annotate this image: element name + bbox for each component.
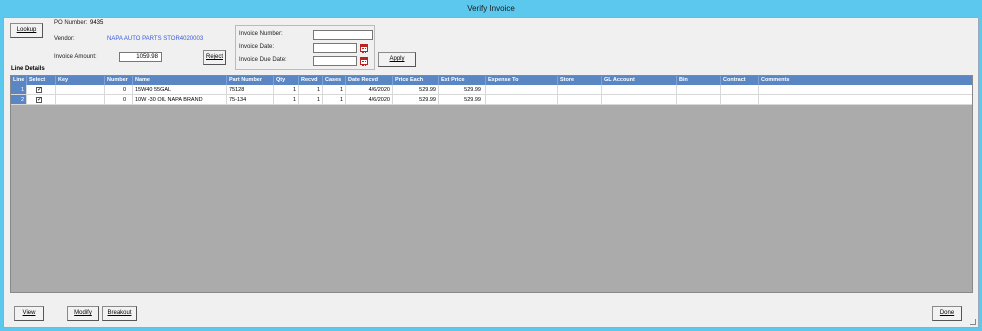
row-expense-to-cell[interactable] [486, 95, 558, 105]
invoice-date-label: Invoice Date: [239, 44, 275, 50]
col-header-part-number[interactable]: Part Number [227, 76, 274, 85]
col-header-key[interactable]: Key [56, 76, 105, 85]
col-header-cases[interactable]: Cases [323, 76, 346, 85]
row-bin-cell[interactable] [677, 85, 721, 95]
row-qty-cell[interactable]: 1 [274, 85, 299, 95]
select-checkbox[interactable]: ✓ [36, 87, 42, 93]
row-number-cell[interactable]: 0 [105, 95, 133, 105]
row-cases-cell[interactable]: 1 [323, 95, 346, 105]
row-price-each-cell[interactable]: 529.99 [393, 95, 439, 105]
po-number-value: 9435 [90, 20, 104, 26]
invoice-amount-field[interactable]: 1059.98 [119, 52, 162, 62]
col-header-expense-to[interactable]: Expense To [486, 76, 558, 85]
row-number-cell[interactable]: 0 [105, 85, 133, 95]
row-key-cell[interactable] [56, 85, 105, 95]
row-store-cell[interactable] [558, 95, 602, 105]
invoice-amount-label: Invoice Amount: [54, 54, 97, 60]
col-header-comments[interactable]: Comments [759, 76, 972, 85]
po-number-label: PO Number: [54, 20, 88, 26]
resize-grip-icon[interactable] [970, 319, 976, 325]
done-button[interactable]: Done [932, 306, 962, 321]
row-name-cell[interactable]: 15W40 55GAL [133, 85, 227, 95]
col-header-store[interactable]: Store [558, 76, 602, 85]
col-header-bin[interactable]: Bin [677, 76, 721, 85]
row-gl-account-cell[interactable] [602, 95, 677, 105]
verify-invoice-window: Verify Invoice Lookup PO Number: 9435 Ve… [0, 0, 982, 331]
breakout-button[interactable]: Breakout [102, 306, 137, 321]
row-expense-to-cell[interactable] [486, 85, 558, 95]
row-part-number-cell[interactable]: 75-134 [227, 95, 274, 105]
lookup-button[interactable]: Lookup [10, 23, 43, 38]
reject-button[interactable]: Reject [203, 50, 226, 65]
col-header-date-recvd[interactable]: Date Recvd [346, 76, 393, 85]
table-row[interactable]: 1 ✓ 0 15W40 55GAL 75128 1 1 1 4/6/2020 5… [11, 85, 972, 95]
row-select-cell: ✓ [27, 85, 56, 95]
col-header-qty[interactable]: Qty [274, 76, 299, 85]
row-comments-cell[interactable] [759, 95, 972, 105]
invoice-due-date-calendar-icon[interactable] [360, 57, 368, 66]
row-part-number-cell[interactable]: 75128 [227, 85, 274, 95]
row-comments-cell[interactable] [759, 85, 972, 95]
col-header-number[interactable]: Number [105, 76, 133, 85]
invoice-number-label: Invoice Number: [239, 31, 283, 37]
vendor-label: Vendor: [54, 36, 75, 42]
view-button[interactable]: View [14, 306, 44, 321]
row-line-number: 1 [11, 85, 27, 95]
invoice-date-calendar-icon[interactable] [360, 44, 368, 53]
invoice-due-date-label: Invoice Due Date: [239, 57, 287, 63]
row-key-cell[interactable] [56, 95, 105, 105]
invoice-due-date-field[interactable] [313, 56, 357, 66]
invoice-date-field[interactable] [313, 43, 357, 53]
col-header-gl-account[interactable]: GL Account [602, 76, 677, 85]
apply-button[interactable]: Apply [378, 52, 416, 67]
row-bin-cell[interactable] [677, 95, 721, 105]
modify-button[interactable]: Modify [67, 306, 99, 321]
row-name-cell[interactable]: 10W -30 OIL NAPA BRAND [133, 95, 227, 105]
col-header-line[interactable]: Line [11, 76, 27, 85]
col-header-price-each[interactable]: Price Each [393, 76, 439, 85]
col-header-name[interactable]: Name [133, 76, 227, 85]
invoice-info-group: Invoice Number: Invoice Date: Invoice Du… [235, 25, 375, 70]
row-line-number: 2 [11, 95, 27, 105]
vendor-value: NAPA AUTO PARTS STOR4020003 [107, 36, 204, 42]
window-client-area: Lookup PO Number: 9435 Vendor: NAPA AUTO… [3, 17, 979, 328]
row-recvd-cell[interactable]: 1 [299, 95, 323, 105]
row-date-recvd-cell[interactable]: 4/6/2020 [346, 85, 393, 95]
col-header-ext-price[interactable]: Ext Price [439, 76, 486, 85]
col-header-contract[interactable]: Contract [721, 76, 759, 85]
grid-header: Line Select Key Number Name Part Number … [11, 76, 972, 85]
select-checkbox[interactable]: ✓ [36, 97, 42, 103]
row-ext-price-cell[interactable]: 529.99 [439, 85, 486, 95]
row-store-cell[interactable] [558, 85, 602, 95]
row-contract-cell[interactable] [721, 85, 759, 95]
col-header-recvd[interactable]: Recvd [299, 76, 323, 85]
row-qty-cell[interactable]: 1 [274, 95, 299, 105]
row-price-each-cell[interactable]: 529.99 [393, 85, 439, 95]
line-details-grid[interactable]: Line Select Key Number Name Part Number … [10, 75, 973, 293]
row-gl-account-cell[interactable] [602, 85, 677, 95]
row-ext-price-cell[interactable]: 529.99 [439, 95, 486, 105]
line-details-title: Line Details [11, 66, 45, 72]
row-select-cell: ✓ [27, 95, 56, 105]
invoice-number-field[interactable] [313, 30, 373, 40]
row-contract-cell[interactable] [721, 95, 759, 105]
col-header-select[interactable]: Select [27, 76, 56, 85]
row-recvd-cell[interactable]: 1 [299, 85, 323, 95]
table-row[interactable]: 2 ✓ 0 10W -30 OIL NAPA BRAND 75-134 1 1 … [11, 95, 972, 105]
window-title: Verify Invoice [467, 4, 515, 13]
row-cases-cell[interactable]: 1 [323, 85, 346, 95]
row-date-recvd-cell[interactable]: 4/6/2020 [346, 95, 393, 105]
